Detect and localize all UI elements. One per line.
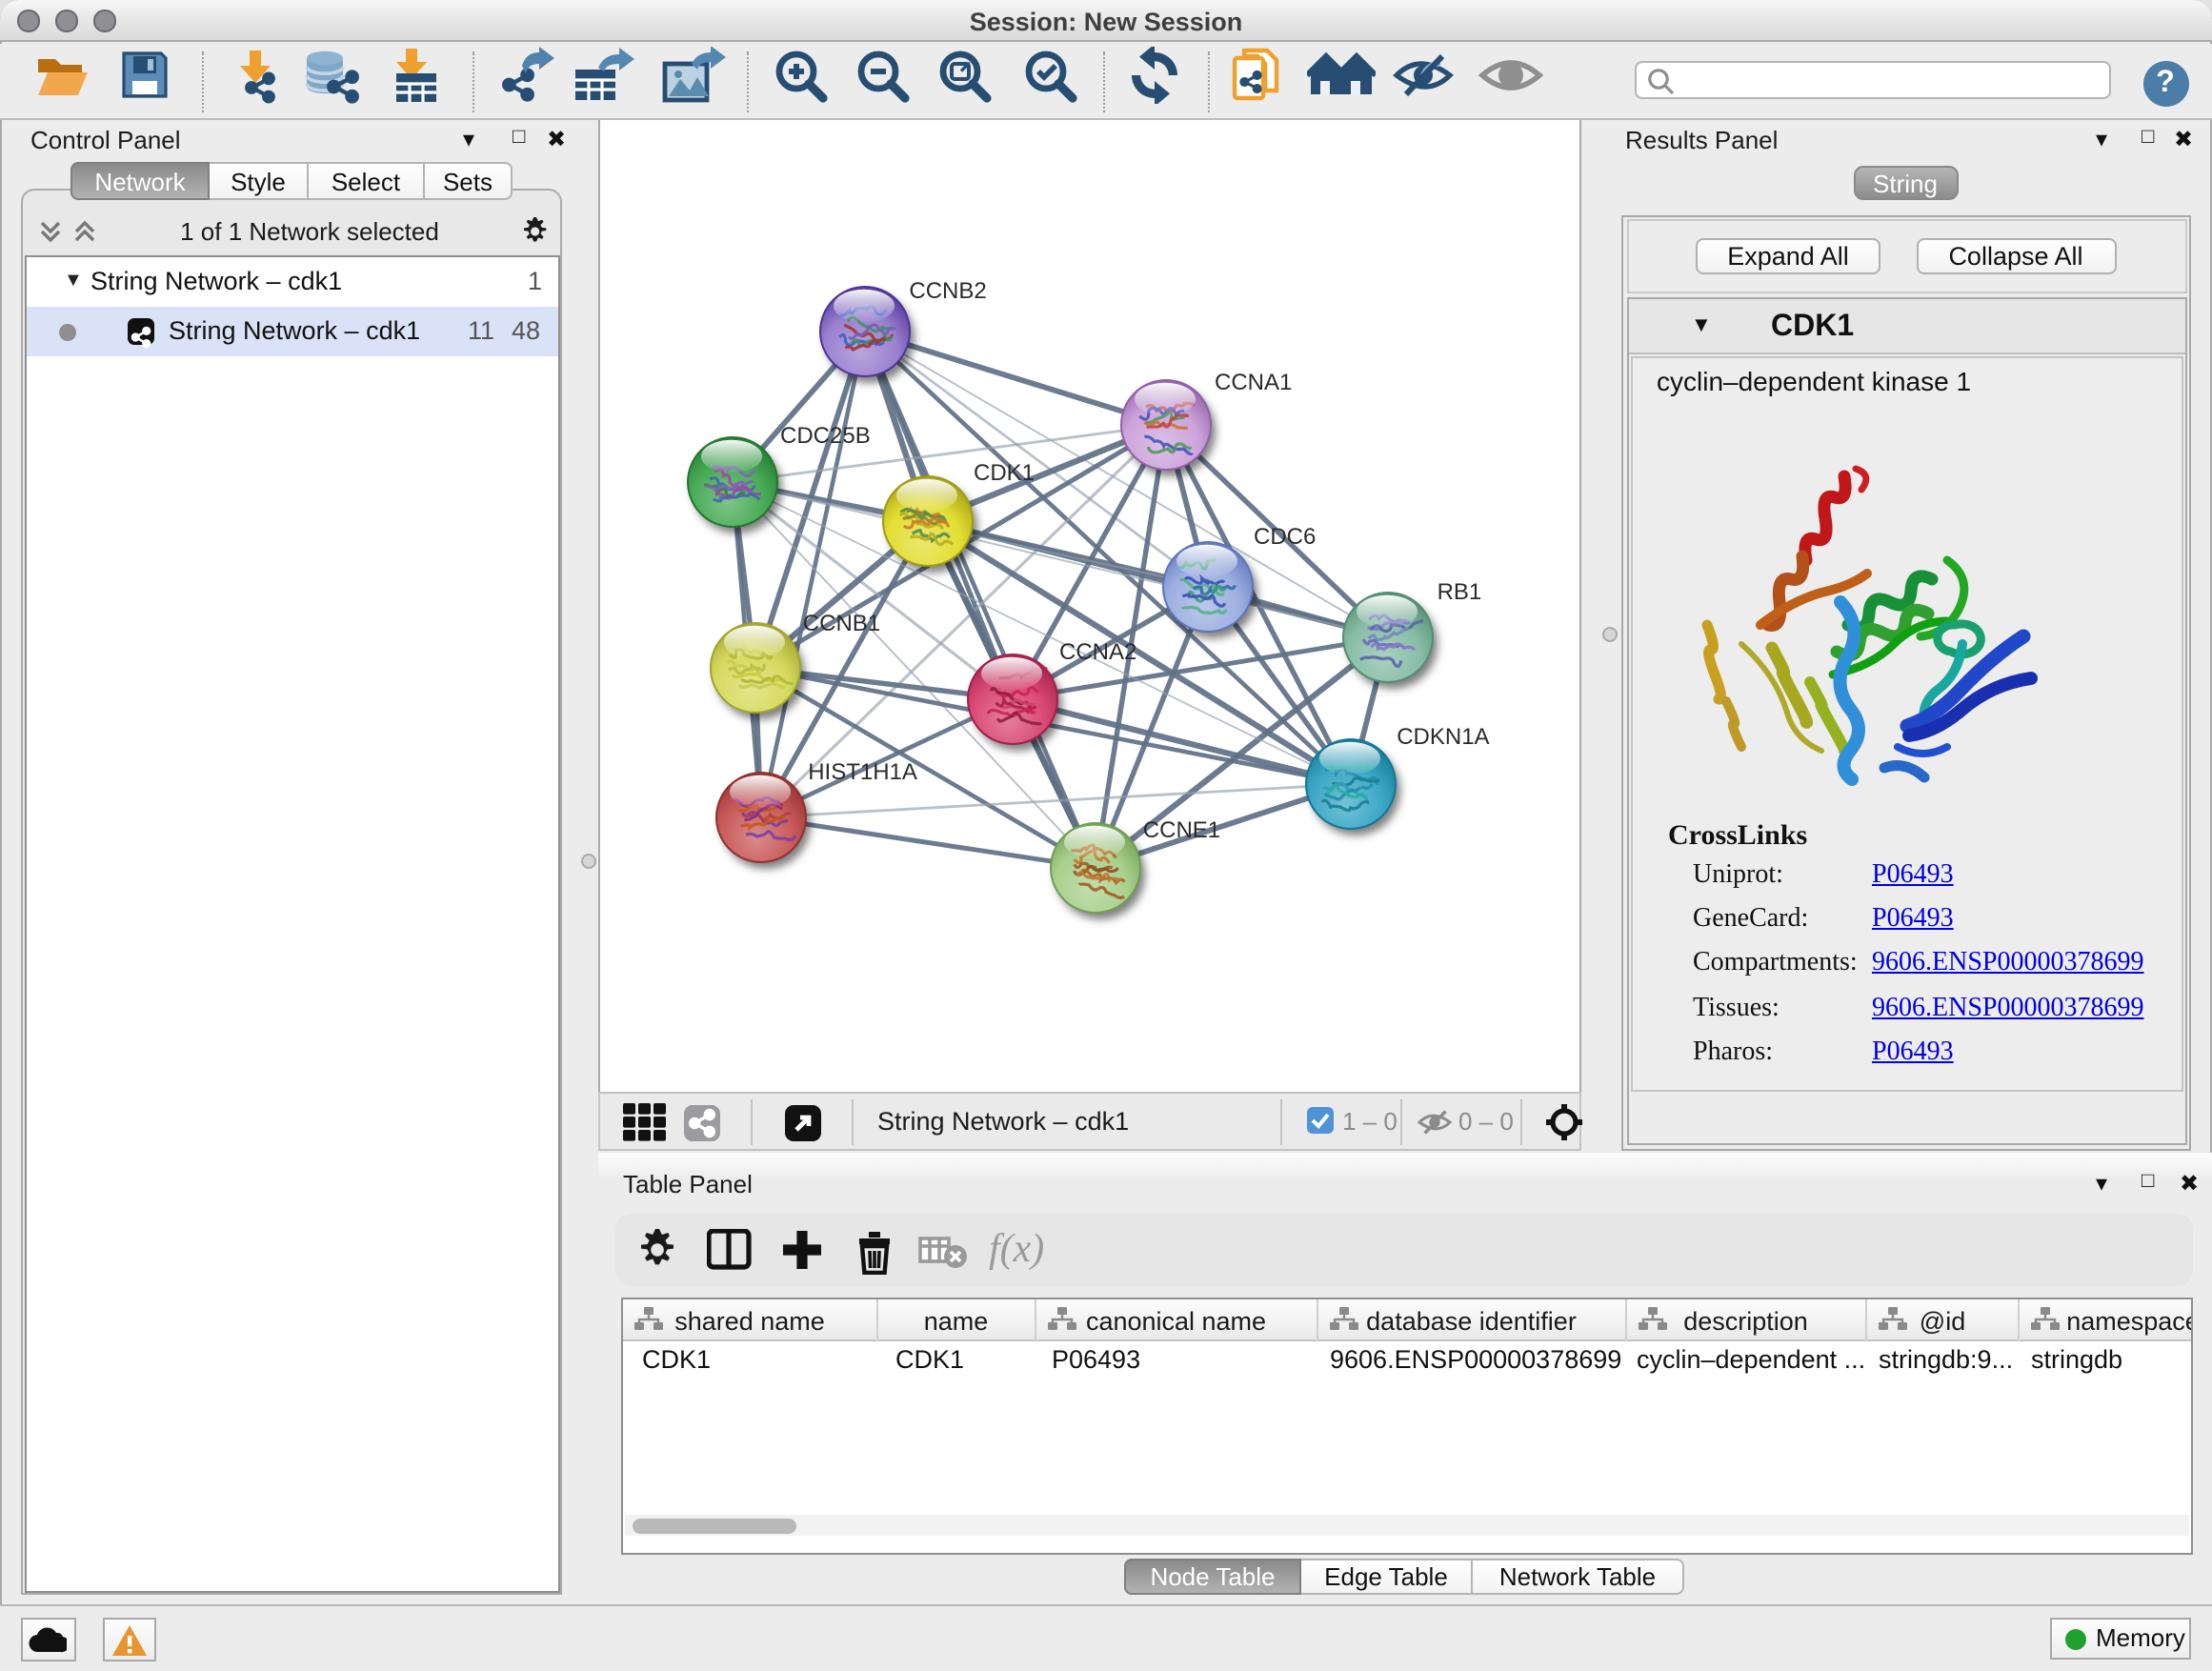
svg-text:CCNB1: CCNB1 — [802, 610, 879, 635]
svg-text:HIST1H1A: HIST1H1A — [807, 758, 916, 784]
svg-text:CDK1: CDK1 — [973, 459, 1034, 485]
svg-text:RB1: RB1 — [1437, 578, 1481, 604]
svg-text:CDC6: CDC6 — [1253, 523, 1315, 549]
svg-text:CDKN1A: CDKN1A — [1396, 723, 1488, 749]
svg-text:CCNA1: CCNA1 — [1214, 369, 1291, 394]
svg-text:CCNE1: CCNE1 — [1142, 816, 1219, 842]
svg-text:CCNB2: CCNB2 — [908, 277, 985, 303]
svg-text:CDC25B: CDC25B — [779, 422, 870, 448]
svg-text:CCNA2: CCNA2 — [1058, 638, 1136, 664]
